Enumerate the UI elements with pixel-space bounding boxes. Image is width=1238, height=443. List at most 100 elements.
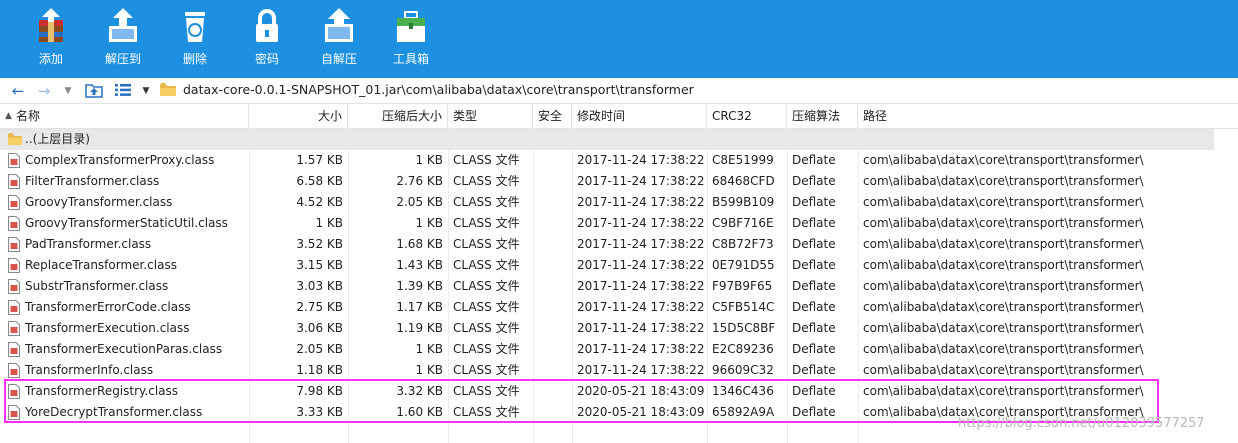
file-packed-size: 1 KB: [415, 153, 443, 167]
file-name: FilterTransformer.class: [25, 174, 160, 188]
file-path: com\alibaba\datax\core\transport\transfo…: [863, 363, 1144, 377]
extract-to-button-label: 解压到: [104, 52, 141, 66]
file-crc32: C5FB514C: [712, 300, 775, 314]
file-path: com\alibaba\datax\core\transport\transfo…: [863, 237, 1144, 251]
file-type: CLASS 文件: [453, 321, 520, 335]
file-modified: 2017-11-24 17:38:22: [577, 195, 705, 209]
table-row[interactable]: PadTransformer.class 3.52 KB 1.68 KB CLASS …: [0, 234, 1238, 255]
file-path: com\alibaba\datax\core\transport\transfo…: [863, 174, 1144, 188]
file-name: GroovyTransformerStaticUtil.class: [25, 216, 228, 230]
table-row[interactable]: TransformerExecutionParas.class 2.05 KB 1 …: [0, 339, 1238, 360]
toolbar: 添加 解压到 删除 密码 自解压 工具箱: [0, 0, 1238, 78]
sort-up-icon: ▲: [5, 111, 12, 121]
column-type[interactable]: 类型: [448, 104, 533, 128]
column-packed-size[interactable]: 压缩后大小: [348, 104, 448, 128]
file-path: com\alibaba\datax\core\transport\transfo…: [863, 342, 1144, 356]
toolbox-button[interactable]: 工具箱: [382, 6, 440, 72]
column-name-label: 名称: [16, 109, 41, 123]
column-path[interactable]: 路径: [858, 104, 1238, 128]
extract-to-button[interactable]: 解压到: [94, 6, 152, 72]
file-name: TransformerExecutionParas.class: [25, 342, 223, 356]
view-dropdown-icon[interactable]: ▼: [136, 81, 156, 101]
up-folder-icon[interactable]: [85, 83, 103, 98]
toolbox-button-label: 工具箱: [392, 52, 429, 66]
self-extract-button-label: 自解压: [320, 52, 357, 66]
file-method: Deflate: [792, 363, 836, 377]
file-packed-size: 1 KB: [415, 216, 443, 230]
file-crc32: E2C89236: [712, 342, 774, 356]
history-dropdown-icon[interactable]: ▼: [58, 81, 78, 101]
file-modified: 2017-11-24 17:38:22: [577, 321, 705, 335]
file-size: 1 KB: [315, 216, 343, 230]
column-modified[interactable]: 修改时间: [572, 104, 707, 128]
column-path-label: 路径: [863, 109, 888, 123]
file-type: CLASS 文件: [453, 174, 520, 188]
file-packed-size: 2.05 KB: [396, 195, 443, 209]
file-crc32: C8E51999: [712, 153, 774, 167]
file-crc32: 15D5C8BF: [712, 321, 776, 335]
file-modified: 2017-11-24 17:38:22: [577, 216, 705, 230]
file-modified: 2017-11-24 17:38:22: [577, 363, 705, 377]
file-size: 1.57 KB: [296, 153, 343, 167]
file-size: 3.06 KB: [296, 321, 343, 335]
file-type: CLASS 文件: [453, 258, 520, 272]
padlock-icon: [256, 9, 278, 42]
table-row[interactable]: ComplexTransformerProxy.class 1.57 KB 1 KB…: [0, 150, 1238, 171]
address-path[interactable]: datax-core-0.0.1-SNAPSHOT_01.jar\com\ali…: [183, 82, 694, 97]
column-method[interactable]: 压缩算法: [787, 104, 858, 128]
file-size: 2.75 KB: [296, 300, 343, 314]
file-path: com\alibaba\datax\core\transport\transfo…: [863, 258, 1144, 272]
toolbox-icon: [397, 11, 425, 42]
file-method: Deflate: [792, 216, 836, 230]
table-row[interactable]: FilterTransformer.class 6.58 KB 2.76 KB CLA…: [0, 171, 1238, 192]
file-crc32: C9BF716E: [712, 216, 774, 230]
table-row[interactable]: GroovyTransformer.class 4.52 KB 2.05 KB CLA…: [0, 192, 1238, 213]
column-size[interactable]: 大小: [249, 104, 348, 128]
column-crc32-label: CRC32: [712, 109, 752, 123]
column-name[interactable]: ▲ 名称: [0, 104, 249, 128]
column-security[interactable]: 安全: [533, 104, 572, 128]
password-button-label: 密码: [254, 52, 279, 66]
view-list-icon[interactable]: [115, 84, 131, 96]
password-button[interactable]: 密码: [238, 6, 296, 72]
table-row[interactable]: TransformerErrorCode.class 2.75 KB 1.17 KB…: [0, 297, 1238, 318]
file-size: 1.18 KB: [296, 363, 343, 377]
table-row[interactable]: GroovyTransformerStaticUtil.class 1 KB 1 K…: [0, 213, 1238, 234]
delete-button[interactable]: 删除: [166, 6, 224, 72]
file-type: CLASS 文件: [453, 363, 520, 377]
file-crc32: 96609C32: [712, 363, 774, 377]
column-type-label: 类型: [453, 109, 478, 123]
file-packed-size: 2.76 KB: [396, 174, 443, 188]
file-method: Deflate: [792, 279, 836, 293]
file-packed-size: 1 KB: [415, 363, 443, 377]
file-name: SubstrTransformer.class: [25, 279, 169, 293]
add-button[interactable]: 添加: [22, 6, 80, 72]
back-arrow-icon[interactable]: ←: [8, 81, 28, 101]
watermark: https://blog.csdn.net/u012039577257: [958, 416, 1205, 431]
column-crc32[interactable]: CRC32: [707, 104, 787, 128]
add-button-label: 添加: [38, 52, 63, 66]
recycle-bin-icon: [185, 12, 205, 42]
column-packed-size-label: 压缩后大小: [381, 109, 442, 123]
file-name: PadTransformer.class: [25, 237, 152, 251]
table-row[interactable]: SubstrTransformer.class 3.03 KB 1.39 KB CLA…: [0, 276, 1238, 297]
file-name: TransformerExecution.class: [25, 321, 190, 335]
table-row[interactable]: TransformerExecution.class 3.06 KB 1.19 KB…: [0, 318, 1238, 339]
file-path: com\alibaba\datax\core\transport\transfo…: [863, 216, 1144, 230]
file-size: 3.52 KB: [296, 237, 343, 251]
self-extract-icon: [325, 8, 353, 42]
parent-directory-row[interactable]: ..(上层目录): [0, 129, 1214, 150]
forward-arrow-icon[interactable]: →: [34, 81, 54, 101]
file-crc32: C8B72F73: [712, 237, 774, 251]
file-path: com\alibaba\datax\core\transport\transfo…: [863, 321, 1144, 335]
file-crc32: 0E791D55: [712, 258, 775, 272]
file-crc32: F97B9F65: [712, 279, 773, 293]
file-type: CLASS 文件: [453, 300, 520, 314]
table-row[interactable]: ReplaceTransformer.class 3.15 KB 1.43 KB CL…: [0, 255, 1238, 276]
file-path: com\alibaba\datax\core\transport\transfo…: [863, 279, 1144, 293]
self-extract-button[interactable]: 自解压: [310, 6, 368, 72]
file-name: TransformerErrorCode.class: [25, 300, 191, 314]
file-method: Deflate: [792, 153, 836, 167]
table-row[interactable]: TransformerInfo.class 1.18 KB 1 KB CLASS 文件…: [0, 360, 1238, 381]
file-size: 6.58 KB: [296, 174, 343, 188]
